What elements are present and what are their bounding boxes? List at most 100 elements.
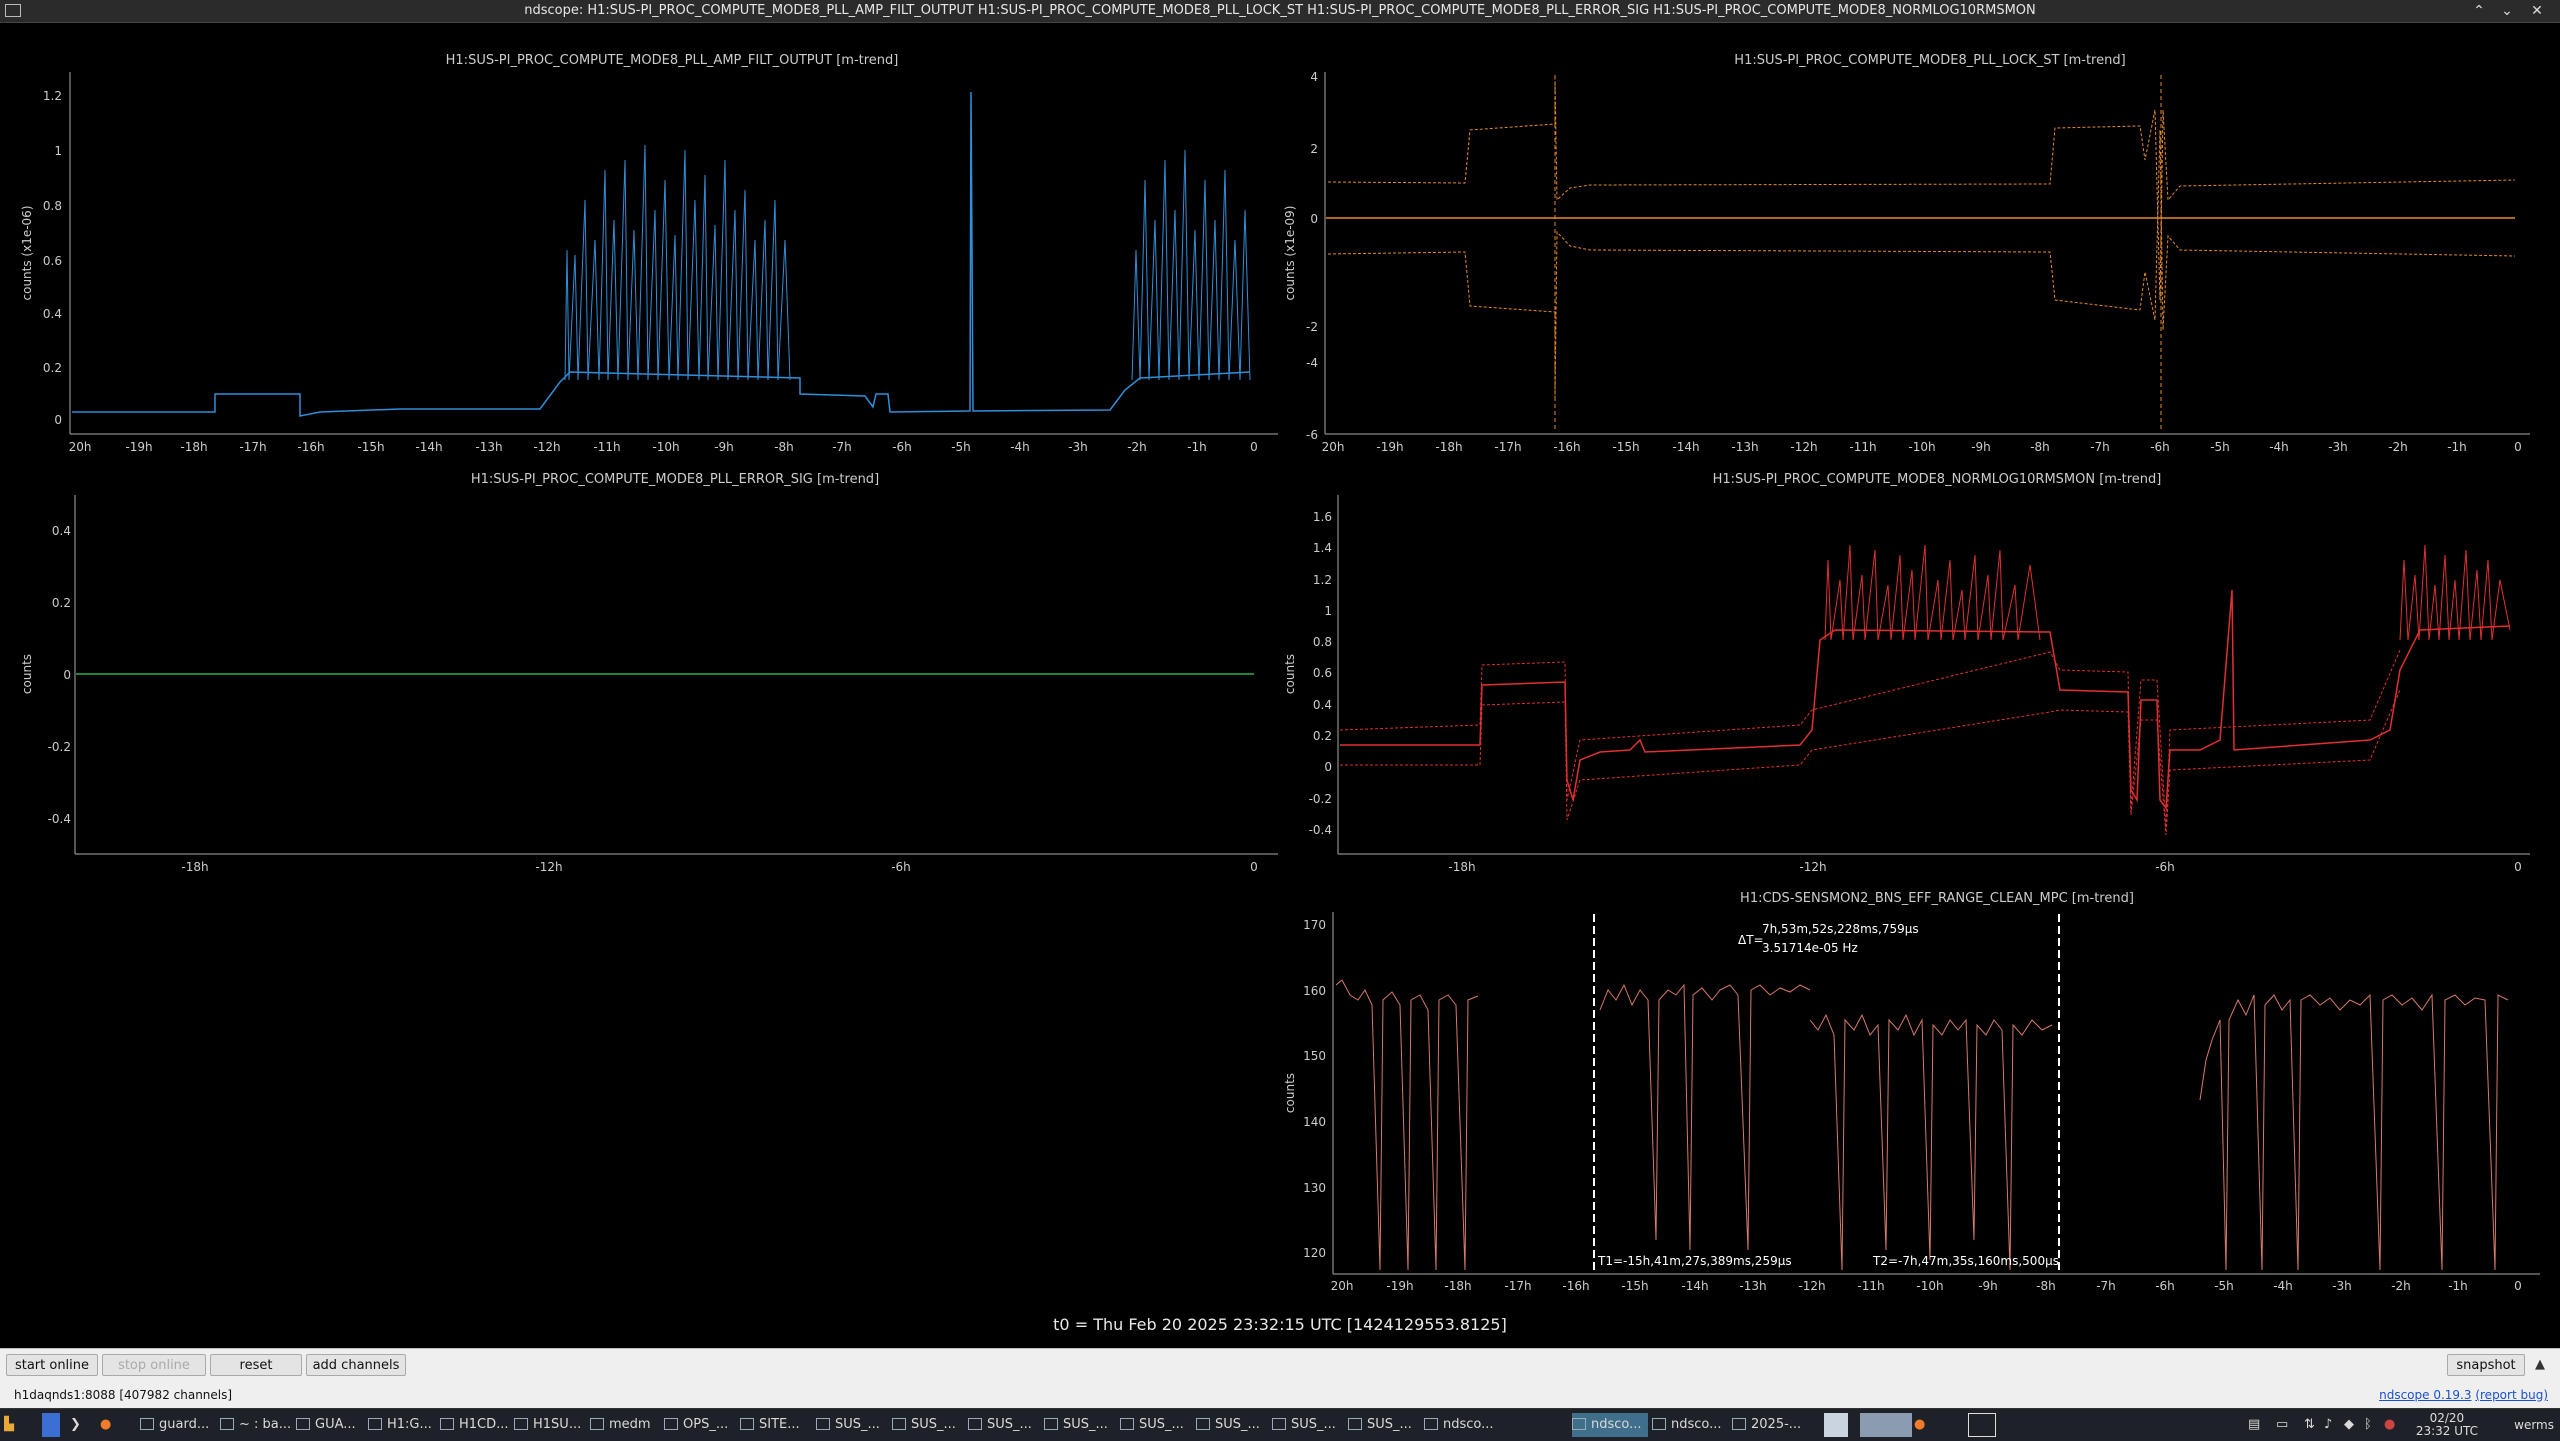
x-tick-label: -19h <box>125 440 152 454</box>
updates-icon[interactable]: ● <box>2384 1413 2402 1437</box>
x-tick-label: -17h <box>1494 440 1521 454</box>
window-icon <box>1120 1418 1134 1430</box>
y-axis-label: counts <box>20 654 34 694</box>
trace-segment-2 <box>1599 983 1811 1251</box>
x-tick-label: -10h <box>1916 1279 1943 1293</box>
taskbar-item-h1cd[interactable]: H1CD... <box>440 1413 510 1437</box>
window-icon <box>440 1418 454 1430</box>
x-tick-label: -1h <box>2448 1279 2468 1293</box>
volume-icon[interactable]: ♪ <box>2324 1413 2342 1437</box>
window-switcher-icon[interactable] <box>1968 1413 1996 1437</box>
x-tick-label: -8h <box>774 440 794 454</box>
clock[interactable]: 02/20 23:32 UTC <box>2416 1412 2478 1438</box>
trace-segment-1 <box>1335 979 1479 1271</box>
x-tick-label: -13h <box>1739 1279 1766 1293</box>
notifications-icon[interactable]: ◆ <box>2344 1413 2362 1437</box>
plot-area[interactable]: H1:SUS-PI_PROC_COMPUTE_MODE8_PLL_AMP_FIL… <box>0 22 2560 1348</box>
taskbar-item-ndscope[interactable]: ndsco... <box>1424 1413 1500 1437</box>
trace-min <box>1327 129 2516 401</box>
desktop-icon[interactable] <box>42 1413 60 1437</box>
firefox-tray-icon[interactable]: ● <box>1914 1413 1940 1437</box>
plot-error-sig[interactable]: H1:SUS-PI_PROC_COMPUTE_MODE8_PLL_ERROR_S… <box>20 472 1278 874</box>
y-tick-label: 1.6 <box>1313 510 1332 524</box>
collapse-arrow-icon[interactable]: ▲ <box>2535 1357 2545 1372</box>
x-tick-label: -7h <box>832 440 852 454</box>
window-icon <box>816 1418 830 1430</box>
taskbar-item-h1g[interactable]: H1:G... <box>368 1413 434 1437</box>
x-tick-label: -12h <box>1790 440 1817 454</box>
terminal-icon[interactable]: ❯ <box>70 1413 88 1437</box>
reset-button[interactable]: reset <box>210 1354 302 1376</box>
taskbar-item-guardian[interactable]: guard... <box>140 1413 216 1437</box>
start-online-button[interactable]: start online <box>6 1354 98 1376</box>
window-icon <box>1732 1418 1746 1430</box>
clipboard-icon[interactable]: ▤ <box>2248 1413 2266 1437</box>
y-tick-label: -6 <box>1306 428 1318 442</box>
window-titlebar: ndscope: H1:SUS-PI_PROC_COMPUTE_MODE8_PL… <box>0 0 2560 23</box>
workspace-1[interactable] <box>1824 1413 1848 1437</box>
taskbar-item-sus[interactable]: SUS_... <box>1348 1413 1418 1437</box>
x-tick-label: -16h <box>1553 440 1580 454</box>
taskbar-item-h1su[interactable]: H1SU... <box>514 1413 584 1437</box>
plot-bns-range[interactable]: H1:CDS-SENSMON2_BNS_EFF_RANGE_CLEAN_MPC … <box>1283 891 2540 1293</box>
x-tick-label: -6h <box>891 860 911 874</box>
taskbar-item-ops[interactable]: OPS_... <box>664 1413 734 1437</box>
taskbar-item-site[interactable]: SITE... <box>740 1413 810 1437</box>
window-icon <box>1044 1418 1058 1430</box>
x-tick-label: -14h <box>1681 1279 1708 1293</box>
taskbar-item-sus[interactable]: SUS_... <box>1120 1413 1190 1437</box>
window-minimize-button[interactable]: ⌃ <box>2469 1 2489 21</box>
y-tick-label: 0.8 <box>43 199 62 213</box>
y-tick-label: 0.4 <box>52 524 71 538</box>
plot-lock-st[interactable]: H1:SUS-PI_PROC_COMPUTE_MODE8_PLL_LOCK_ST… <box>1283 53 2530 454</box>
stop-online-button[interactable]: stop online <box>102 1354 206 1376</box>
y-tick-label: -0.2 <box>1309 792 1332 806</box>
taskbar-item-2025[interactable]: 2025-... <box>1732 1413 1804 1437</box>
snapshot-button[interactable]: snapshot <box>2447 1354 2525 1376</box>
taskbar-item-ndscope-active[interactable]: ndsco... <box>1572 1413 1648 1437</box>
plot-normlog10rmsmon[interactable]: H1:SUS-PI_PROC_COMPUTE_MODE8_NORMLOG10RM… <box>1283 472 2530 874</box>
x-tick-label: -15h <box>357 440 384 454</box>
window-title: ndscope: H1:SUS-PI_PROC_COMPUTE_MODE8_PL… <box>524 3 2036 18</box>
trace-mean <box>72 91 1251 417</box>
window-icon <box>1424 1418 1438 1430</box>
taskbar-item-sus[interactable]: SUS_... <box>1272 1413 1342 1437</box>
y-tick-label: 0.4 <box>1313 698 1332 712</box>
firefox-icon[interactable]: ● <box>100 1413 122 1437</box>
taskbar-item-gua[interactable]: GUA... <box>296 1413 362 1437</box>
window-close-button[interactable]: ✕ <box>2527 1 2547 21</box>
taskbar-item-sus[interactable]: SUS_... <box>816 1413 886 1437</box>
x-tick-label: 0 <box>2514 1279 2522 1293</box>
start-menu-icon[interactable]: ▙ <box>4 1413 26 1437</box>
report-bug-link[interactable]: (report bug) <box>2475 1388 2548 1402</box>
y-tick-label: 0.6 <box>43 254 62 268</box>
x-tick-label: -18h <box>180 440 207 454</box>
plot-amp-filt-output[interactable]: H1:SUS-PI_PROC_COMPUTE_MODE8_PLL_AMP_FIL… <box>20 53 1278 454</box>
taskbar-item-sus[interactable]: SUS_... <box>968 1413 1038 1437</box>
workspace-2[interactable] <box>1860 1413 1912 1437</box>
bluetooth-icon[interactable]: ᛒ <box>2364 1413 2382 1437</box>
window-icon <box>220 1418 234 1430</box>
x-ticks: 20h -19h -18h -17h -16h -15h -14h -13h -12h -11h -… <box>1331 1279 2522 1293</box>
taskbar-item-sus[interactable]: SUS_... <box>1196 1413 1266 1437</box>
taskbar-item-sus[interactable]: SUS_... <box>892 1413 962 1437</box>
taskbar-item-ndscope[interactable]: ndsco... <box>1652 1413 1728 1437</box>
taskbar-item-bash[interactable]: ~ : ba... <box>220 1413 290 1437</box>
window-maximize-button[interactable]: ⌄ <box>2497 1 2517 21</box>
y-tick-label: 150 <box>1303 1049 1326 1063</box>
network-icon[interactable]: ⇅ <box>2304 1413 2322 1437</box>
window-icon <box>664 1418 678 1430</box>
y-tick-label: 0.4 <box>43 307 62 321</box>
y-tick-label: 0.8 <box>1313 635 1332 649</box>
display-icon[interactable]: ▭ <box>2276 1413 2294 1437</box>
version-link[interactable]: ndscope 0.19.3 <box>2379 1388 2471 1402</box>
taskbar-item-medm[interactable]: medm <box>590 1413 658 1437</box>
window-icon <box>296 1418 310 1430</box>
trace-spikes-2 <box>2399 544 2511 641</box>
taskbar-item-sus[interactable]: SUS_... <box>1044 1413 1114 1437</box>
x-tick-label: 0 <box>2514 860 2522 874</box>
add-channels-button[interactable]: add channels <box>306 1354 406 1376</box>
y-tick-label: 140 <box>1303 1115 1326 1129</box>
x-tick-label: -5h <box>951 440 971 454</box>
x-tick-label: -2h <box>2391 1279 2411 1293</box>
